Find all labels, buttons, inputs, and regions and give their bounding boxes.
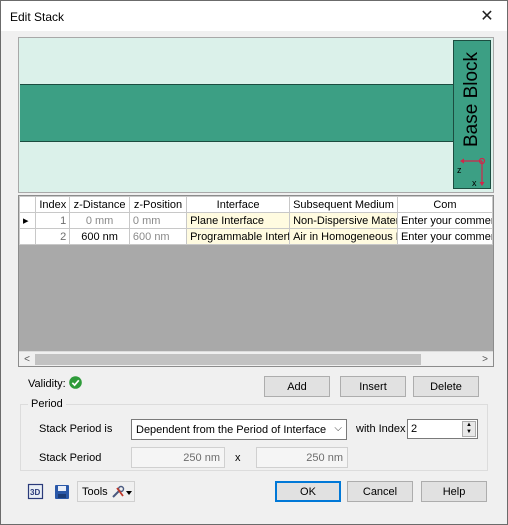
cell-index: 1	[35, 212, 71, 229]
chevron-down-icon: ⌵	[334, 423, 342, 434]
cell-subsequent-medium[interactable]: Non-Dispersive Materi	[289, 212, 398, 229]
stack-grid[interactable]: Index z-Distance z-Position Interface Su…	[18, 195, 494, 367]
scroll-left-icon[interactable]: <	[19, 352, 35, 367]
cell-comment[interactable]: Enter your comment	[396, 212, 494, 229]
spinner-arrows-icon[interactable]: ▲ ▼	[462, 421, 476, 437]
scroll-right-icon[interactable]: >	[477, 352, 493, 367]
row-indicator[interactable]	[18, 228, 37, 245]
table-header-row: Index z-Distance z-Position Interface Su…	[18, 196, 494, 213]
column-header-z-distance[interactable]: z-Distance	[69, 196, 130, 213]
cell-z-distance[interactable]: 600 nm	[69, 228, 130, 245]
stack-period-label: Stack Period is	[39, 423, 113, 435]
column-header-comment[interactable]: Com	[396, 196, 494, 213]
column-header-subsequent-medium[interactable]: Subsequent Medium	[289, 196, 398, 213]
axis-x-label: x	[472, 178, 477, 188]
cell-z-distance[interactable]: 0 mm	[69, 212, 130, 229]
table-row[interactable]: 2 600 nm 600 nm Programmable Interfac Ai…	[18, 228, 494, 245]
cancel-button[interactable]: Cancel	[347, 481, 413, 502]
table-row[interactable]: ▸ 1 0 mm 0 mm Plane Interface Non-Disper…	[18, 212, 494, 229]
base-block: Base Block z x	[453, 40, 491, 189]
axis-z-label: z	[457, 165, 462, 175]
horizontal-scrollbar[interactable]: < >	[19, 351, 493, 366]
base-block-label: Base Block	[461, 51, 482, 147]
with-index-spinner[interactable]: 2 ▲ ▼	[407, 419, 478, 439]
validity-check-icon	[69, 376, 82, 389]
ok-button[interactable]: OK	[275, 481, 341, 502]
scroll-thumb[interactable]	[35, 354, 421, 365]
row-header-corner	[18, 196, 37, 213]
period-y-field: 250 nm	[256, 447, 348, 468]
tools-icon	[111, 485, 132, 498]
period-group-title: Period	[28, 398, 66, 410]
validity-label: Validity:	[28, 378, 66, 390]
help-button[interactable]: Help	[421, 481, 487, 502]
row-indicator[interactable]: ▸	[18, 212, 37, 229]
view-3d-button[interactable]: 3D	[26, 482, 45, 501]
cell-interface[interactable]: Programmable Interfac	[186, 228, 291, 245]
title-bar: Edit Stack ✕	[1, 1, 507, 31]
stack-period-size-label: Stack Period	[39, 452, 102, 464]
column-header-interface[interactable]: Interface	[186, 196, 291, 213]
column-header-z-position[interactable]: z-Position	[128, 196, 188, 213]
cell-z-position: 0 mm	[128, 212, 188, 229]
edit-stack-dialog: Edit Stack ✕ Base Block z x Index z-Dist…	[0, 0, 508, 525]
stack-period-selected: Dependent from the Period of Interface	[136, 423, 327, 436]
cell-comment[interactable]: Enter your comment	[396, 228, 494, 245]
period-times-label: x	[235, 452, 241, 464]
period-x-field: 250 nm	[131, 447, 225, 468]
stack-visualization: Base Block z x	[18, 37, 494, 193]
close-icon[interactable]: ✕	[467, 1, 507, 31]
stack-period-dropdown[interactable]: Dependent from the Period of Interface ⌵	[131, 419, 347, 440]
save-button[interactable]	[52, 482, 71, 501]
cube-3d-icon: 3D	[27, 483, 44, 500]
cell-interface[interactable]: Plane Interface	[186, 212, 291, 229]
cell-z-position: 600 nm	[128, 228, 188, 245]
stack-layer	[20, 84, 453, 142]
cell-index: 2	[35, 228, 71, 245]
window-title: Edit Stack	[10, 10, 65, 24]
delete-button[interactable]: Delete	[413, 376, 479, 397]
with-index-label: with Index	[356, 423, 406, 435]
cell-subsequent-medium[interactable]: Air in Homogeneous M	[289, 228, 398, 245]
with-index-value: 2	[411, 423, 418, 435]
column-header-index[interactable]: Index	[35, 196, 71, 213]
axis-indicator-icon: z x	[457, 157, 486, 188]
tools-label: Tools	[82, 485, 108, 498]
tools-menu-button[interactable]: Tools	[77, 481, 135, 502]
floppy-disk-icon	[54, 484, 69, 499]
add-button[interactable]: Add	[264, 376, 330, 397]
stack-table: Index z-Distance z-Position Interface Su…	[18, 196, 494, 245]
insert-button[interactable]: Insert	[340, 376, 406, 397]
svg-text:3D: 3D	[30, 488, 40, 497]
